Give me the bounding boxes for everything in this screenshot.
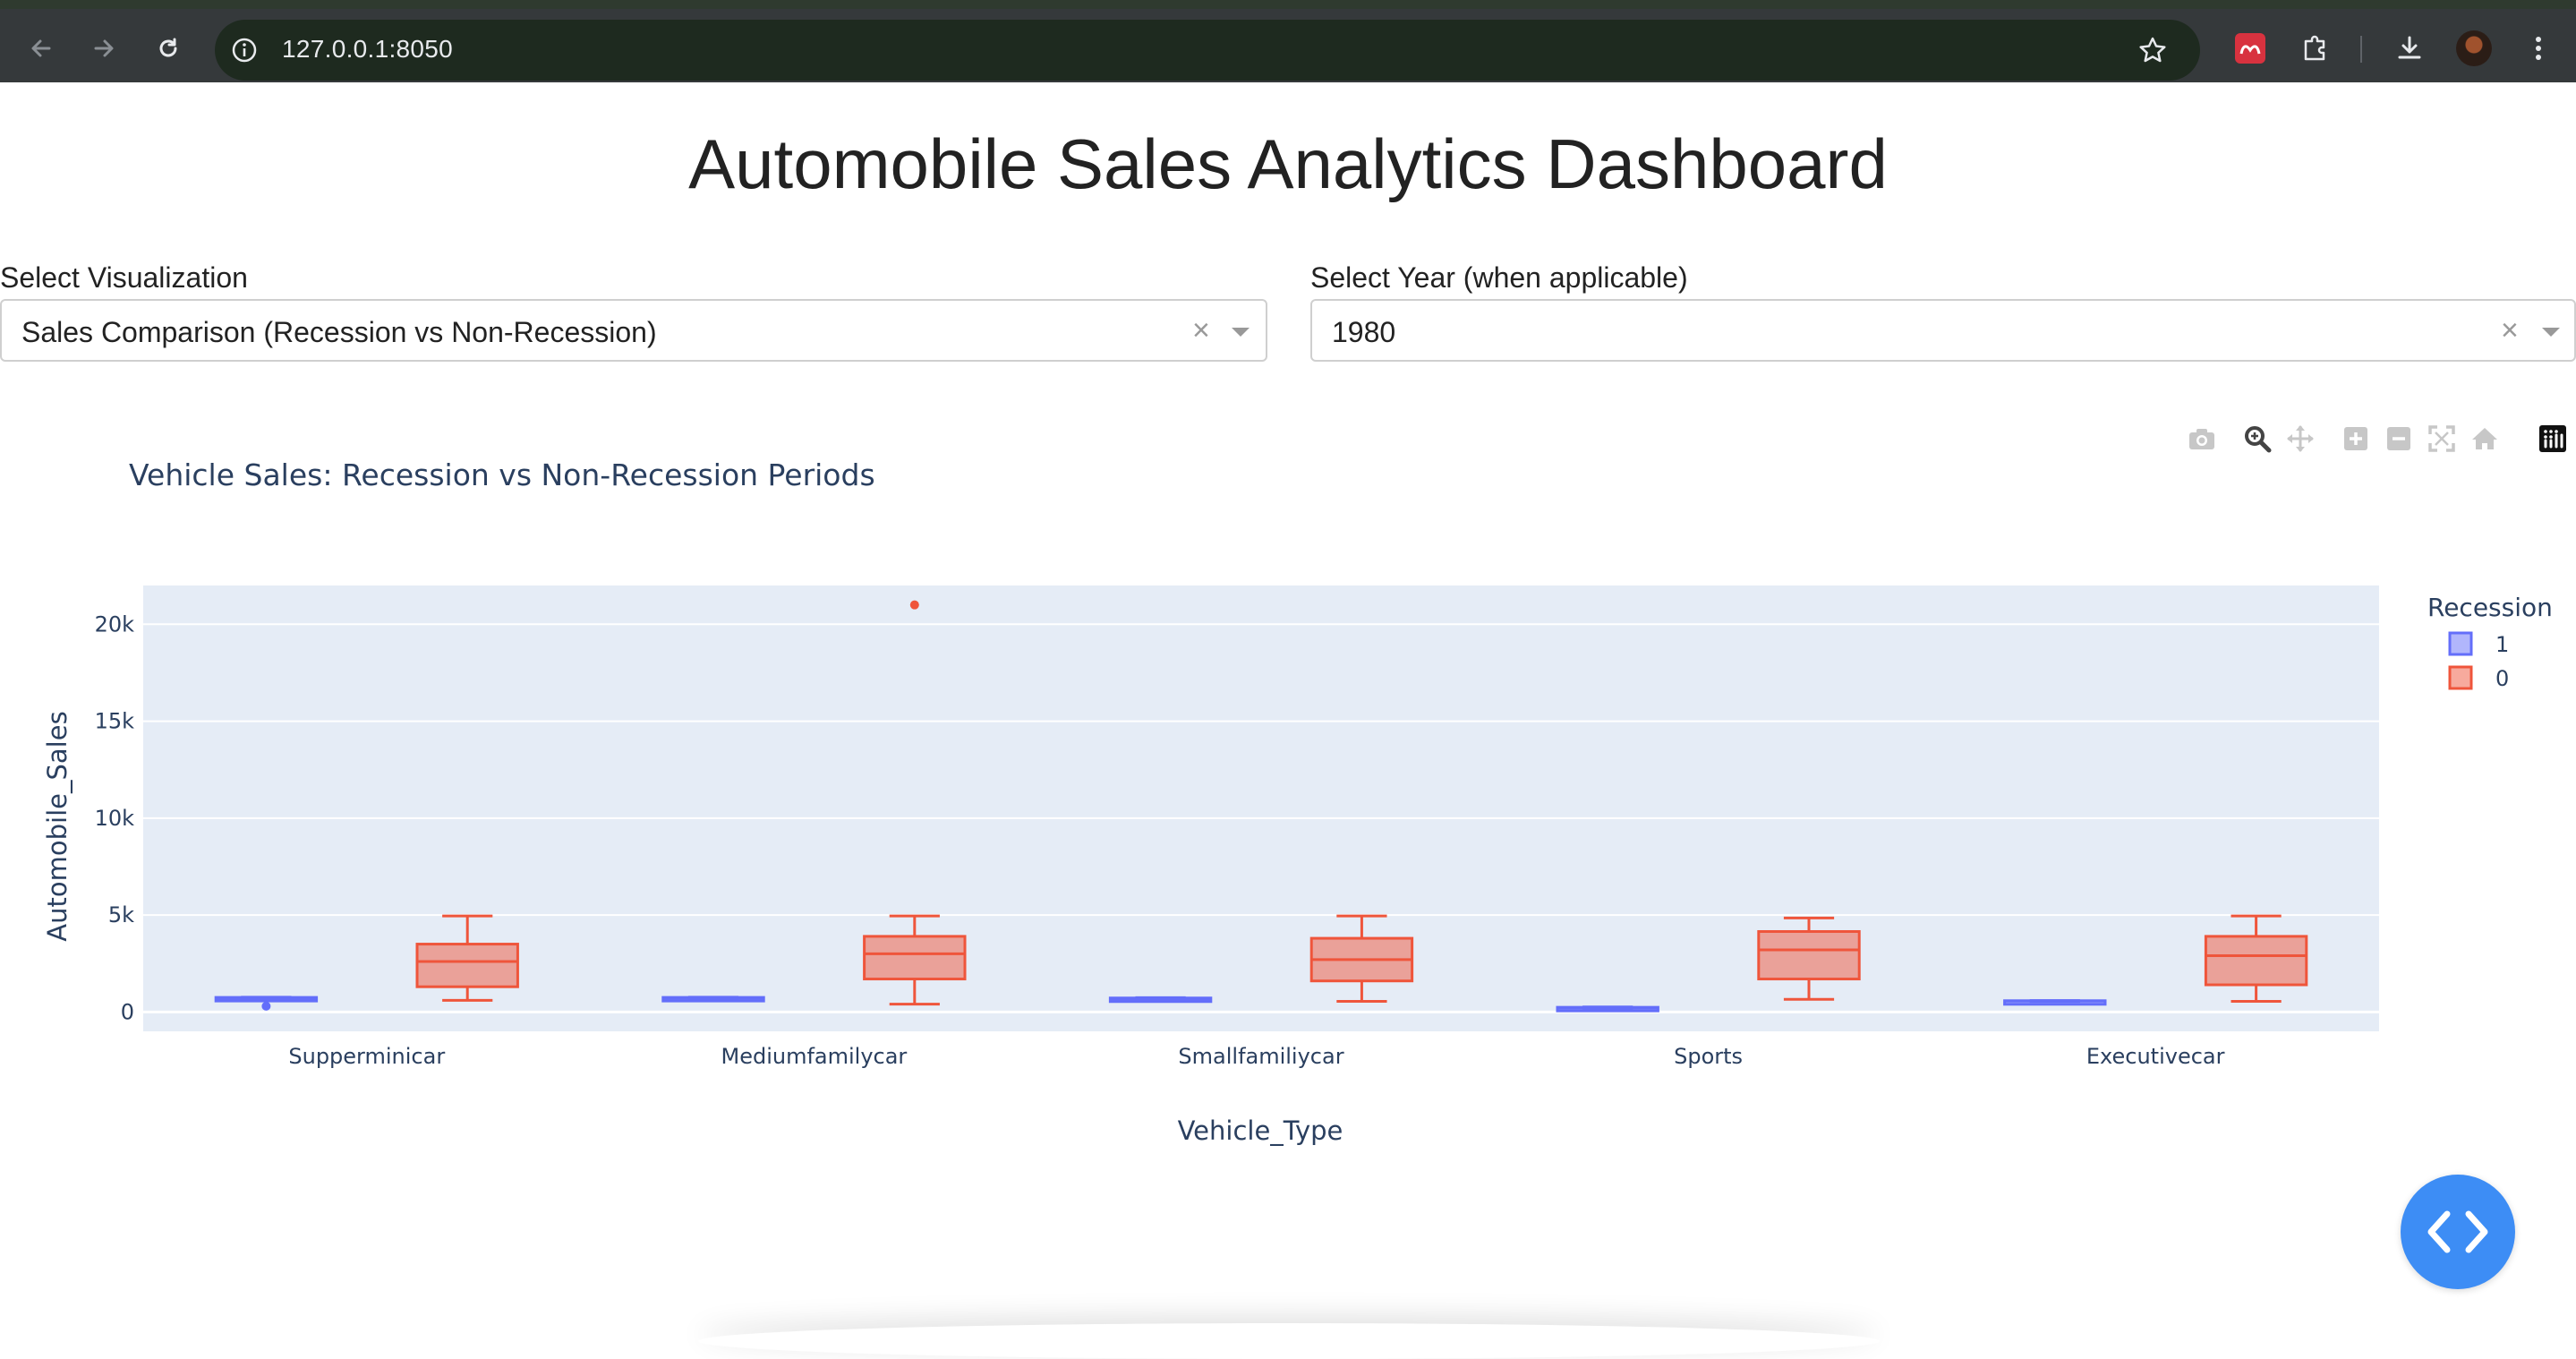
y-tick-label: 20k: [95, 611, 135, 637]
visualization-label: Select Visualization: [0, 261, 248, 294]
x-tick-label: Mediumfamilycar: [721, 1044, 907, 1069]
box-plot-chart: Vehicle Sales: Recession vs Non-Recessio…: [42, 457, 2553, 1146]
x-tick-label: Executivecar: [2086, 1044, 2225, 1069]
legend: Recession 1 0: [2427, 593, 2553, 691]
year-selected-value: 1980: [1332, 316, 1396, 348]
year-label: Select Year (when applicable): [1310, 261, 1688, 294]
legend-label: 0: [2495, 666, 2509, 691]
y-axis-title: Automobile_Sales: [42, 711, 73, 941]
y-tick-label: 5k: [108, 902, 134, 927]
browser-toolbar: 127.0.0.1:8050: [0, 0, 2576, 82]
iqr-box: [415, 943, 519, 988]
visualization-chevron-down-icon[interactable]: [1232, 328, 1250, 337]
box-1-Smallfamiliycar: [1108, 996, 1213, 1004]
y-tick-label: 0: [121, 999, 134, 1024]
legend-item-0[interactable]: 0: [2448, 665, 2509, 691]
box-1-Sports: [1556, 1005, 1659, 1013]
more-vert-icon: [2536, 37, 2541, 60]
year-clear-icon[interactable]: ×: [2501, 313, 2519, 348]
chart-title: Vehicle Sales: Recession vs Non-Recessio…: [129, 457, 875, 492]
extension-mendeley-icon[interactable]: [2229, 27, 2272, 70]
legend-label: 1: [2495, 632, 2509, 657]
downloads-icon[interactable]: [2388, 27, 2431, 70]
iqr-box: [2204, 935, 2308, 987]
x-tick-label: Sports: [1674, 1044, 1743, 1069]
iqr-box: [863, 935, 967, 981]
address-bar[interactable]: 127.0.0.1:8050: [215, 20, 2200, 81]
site-info-icon[interactable]: [231, 37, 258, 64]
toolbar-divider: [2360, 36, 2362, 63]
back-button[interactable]: [16, 23, 66, 73]
extensions-puzzle-icon[interactable]: [2293, 27, 2336, 70]
iqr-box: [1757, 929, 1861, 981]
year-chevron-down-icon[interactable]: [2542, 328, 2560, 337]
year-dropdown[interactable]: 1980 ×: [1310, 299, 2576, 362]
box-1-Mediumfamilycar: [661, 996, 765, 1003]
avatar-icon: [2456, 30, 2492, 66]
visualization-clear-icon[interactable]: ×: [1192, 313, 1210, 348]
bookmark-star-icon[interactable]: [2137, 35, 2168, 65]
x-axis-title: Vehicle_Type: [1178, 1115, 1343, 1146]
box-1-Executivecar: [2003, 999, 2107, 1006]
legend-swatch: [2448, 631, 2473, 656]
reload-button[interactable]: [143, 23, 193, 73]
visualization-selected-value: Sales Comparison (Recession vs Non-Reces…: [21, 316, 657, 348]
legend-item-1[interactable]: 1: [2448, 631, 2509, 657]
back-arrow-icon: [31, 39, 51, 57]
browser-menu-button[interactable]: [2517, 27, 2560, 70]
visualization-dropdown[interactable]: Sales Comparison (Recession vs Non-Reces…: [0, 299, 1267, 362]
page-title: Automobile Sales Analytics Dashboard: [688, 124, 1888, 203]
code-icon: [2427, 1210, 2488, 1253]
profile-avatar[interactable]: [2452, 27, 2495, 70]
x-tick-labels: Supperminicar Mediumfamilycar Smallfamiliy…: [288, 1044, 2224, 1069]
bottom-edge-shadow: [698, 1323, 1880, 1359]
legend-swatch: [2448, 665, 2473, 690]
x-tick-label: Smallfamiliycar: [1178, 1044, 1343, 1069]
y-tick-labels: 0 5k 10k 15k 20k: [95, 611, 135, 1024]
forward-arrow-icon: [94, 39, 114, 57]
outlier-point: [909, 600, 919, 610]
x-tick-label: Supperminicar: [288, 1044, 445, 1069]
forward-button[interactable]: [79, 23, 129, 73]
outlier-point: [261, 1001, 271, 1011]
y-tick-label: 15k: [95, 709, 135, 734]
reload-icon: [159, 38, 177, 57]
dash-devtools-button[interactable]: [2401, 1175, 2515, 1289]
url-text: 127.0.0.1:8050: [282, 35, 454, 63]
y-tick-label: 10k: [95, 806, 135, 831]
legend-title: Recession: [2427, 593, 2553, 622]
